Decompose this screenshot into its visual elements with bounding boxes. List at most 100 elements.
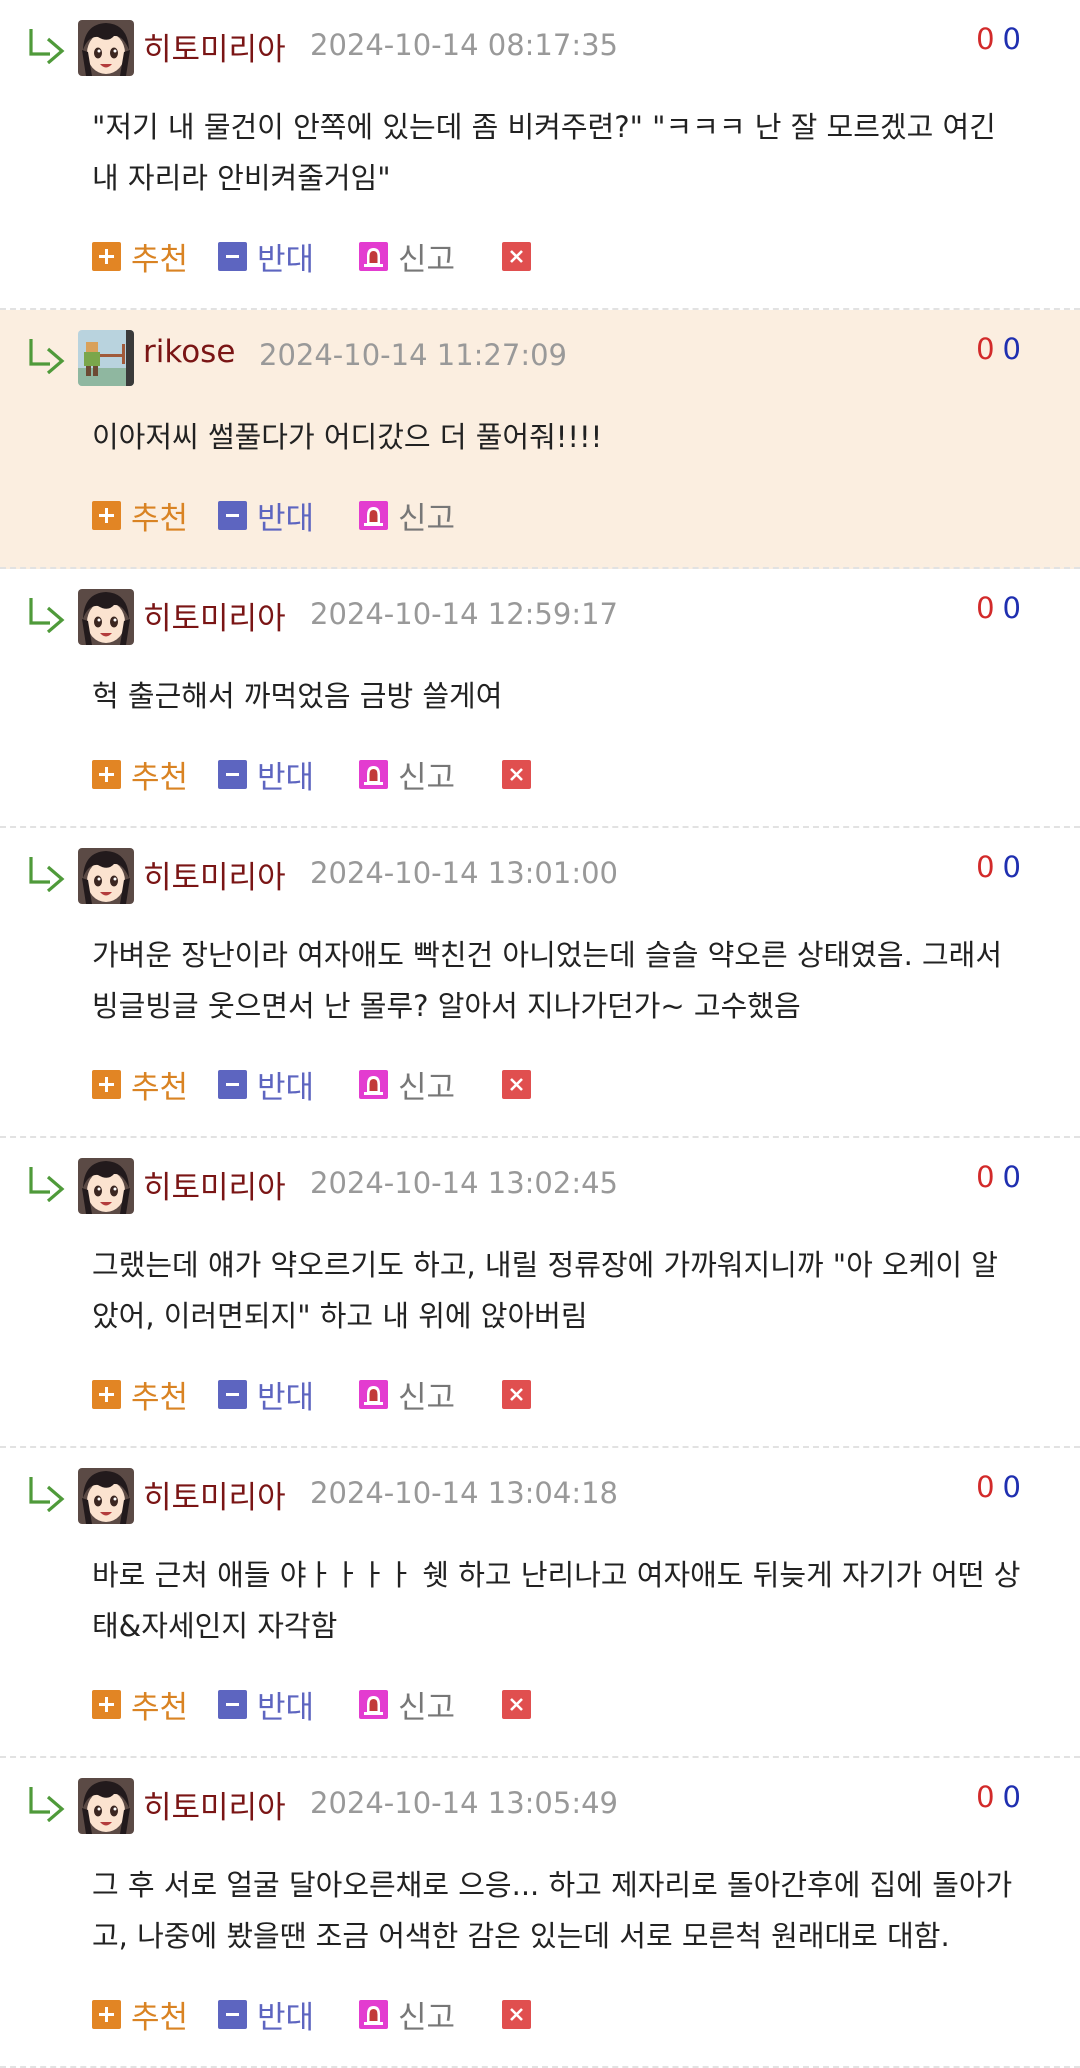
report-label: 신고 [398, 760, 456, 796]
plus-icon [92, 2000, 121, 2029]
comment-actions: 추천 반대 신고 [0, 212, 1050, 308]
author-name[interactable]: 히토미리아 [143, 1162, 286, 1207]
minus-icon [218, 1380, 247, 1409]
report-label: 신고 [398, 1380, 456, 1416]
vote-counts: 00 [976, 1780, 1021, 1814]
comment-item: 히토미리아 2024-10-14 13:01:00 00 가벼운 장난이라 여자… [0, 828, 1080, 1138]
comment-text: 그 후 서로 얼굴 달아오른채로 으응... 하고 제자리로 돌아간후에 집에 … [92, 1868, 1013, 1953]
downvote-count: 0 [1002, 332, 1021, 366]
comment-date: 2024-10-14 13:04:18 [310, 1476, 618, 1510]
upvote-count: 0 [976, 1780, 995, 1814]
oppose-label: 반대 [257, 2000, 315, 2036]
close-icon [502, 1070, 531, 1099]
recommend-label: 추천 [131, 1380, 189, 1416]
oppose-label: 반대 [257, 760, 315, 796]
vote-counts: 00 [976, 1470, 1021, 1504]
comment-item: 히토미리아 2024-10-14 12:59:17 00 헉 출근해서 까먹었음… [0, 569, 1080, 828]
comment-actions: 추천 반대 신고 [0, 471, 1050, 567]
author-name[interactable]: 히토미리아 [143, 24, 286, 69]
plus-icon [92, 760, 121, 789]
siren-icon [359, 760, 388, 789]
comment-item: 히토미리아 2024-10-14 08:17:35 00 "저기 내 물건이 안… [0, 0, 1080, 310]
report-label: 신고 [398, 501, 456, 537]
author-name[interactable]: rikose [143, 334, 235, 370]
oppose-label: 반대 [257, 501, 315, 537]
vote-counts: 00 [976, 850, 1021, 884]
comment-actions: 추천 반대 신고 [0, 1970, 1050, 2066]
minus-icon [218, 2000, 247, 2029]
upvote-count: 0 [976, 332, 995, 366]
siren-icon [359, 242, 388, 271]
report-label: 신고 [398, 242, 456, 278]
delete-button[interactable] [502, 1682, 534, 1722]
comment-date: 2024-10-14 12:59:17 [310, 597, 618, 631]
comment-item: rikose 2024-10-14 11:27:09 00 이아저씨 썰풀다가 … [0, 310, 1080, 569]
close-icon [502, 1690, 531, 1719]
vote-counts: 00 [976, 22, 1021, 56]
comment-date: 2024-10-14 11:27:09 [259, 338, 567, 372]
comment-date: 2024-10-14 13:02:45 [310, 1166, 618, 1200]
downvote-count: 0 [1002, 591, 1021, 625]
downvote-count: 0 [1002, 850, 1021, 884]
comment-item: 히토미리아 2024-10-14 13:04:18 00 바로 근처 애들 야ㅏ… [0, 1448, 1080, 1758]
comment-actions: 추천 반대 신고 [0, 730, 1050, 826]
comment-date: 2024-10-14 13:01:00 [310, 856, 618, 890]
upvote-count: 0 [976, 591, 995, 625]
minus-icon [218, 760, 247, 789]
vote-counts: 00 [976, 1160, 1021, 1194]
delete-button[interactable] [502, 1372, 534, 1412]
comment-item: 히토미리아 2024-10-14 13:05:49 00 그 후 서로 얼굴 달… [0, 1758, 1080, 2068]
minus-icon [218, 1690, 247, 1719]
plus-icon [92, 501, 121, 530]
downvote-count: 0 [1002, 22, 1021, 56]
author-name[interactable]: 히토미리아 [143, 1472, 286, 1517]
oppose-label: 반대 [257, 242, 315, 278]
minus-icon [218, 242, 247, 271]
comment-list: 히토미리아 2024-10-14 08:17:35 00 "저기 내 물건이 안… [0, 0, 1080, 2068]
comment-date: 2024-10-14 08:17:35 [310, 28, 618, 62]
comment-actions: 추천 반대 신고 [0, 1040, 1050, 1136]
comment-text: "저기 내 물건이 안쪽에 있는데 좀 비켜주련?" "ㅋㅋㅋ 난 잘 모르겠고… [92, 110, 996, 195]
author-name[interactable]: 히토미리아 [143, 1782, 286, 1827]
plus-icon [92, 1690, 121, 1719]
minus-icon [218, 1070, 247, 1099]
siren-icon [359, 1070, 388, 1099]
comment-date: 2024-10-14 13:05:49 [310, 1786, 618, 1820]
close-icon [502, 242, 531, 271]
recommend-label: 추천 [131, 242, 189, 278]
recommend-label: 추천 [131, 2000, 189, 2036]
comment-text: 바로 근처 애들 야ㅏㅏㅏㅏ 쉣 하고 난리나고 여자애도 뒤늦게 자기가 어떤… [92, 1558, 1021, 1643]
close-icon [502, 1380, 531, 1409]
close-icon [502, 2000, 531, 2029]
delete-button[interactable] [502, 1062, 534, 1102]
comment-actions: 추천 반대 신고 [0, 1660, 1050, 1756]
recommend-label: 추천 [131, 760, 189, 796]
oppose-label: 반대 [257, 1070, 315, 1106]
siren-icon [359, 1380, 388, 1409]
plus-icon [92, 1380, 121, 1409]
comment-item: 히토미리아 2024-10-14 13:02:45 00 그랬는데 얘가 약오르… [0, 1138, 1080, 1448]
oppose-label: 반대 [257, 1380, 315, 1416]
oppose-label: 반대 [257, 1690, 315, 1726]
author-name[interactable]: 히토미리아 [143, 852, 286, 897]
recommend-label: 추천 [131, 1070, 189, 1106]
downvote-count: 0 [1002, 1780, 1021, 1814]
delete-button[interactable] [502, 752, 534, 792]
siren-icon [359, 1690, 388, 1719]
report-label: 신고 [398, 1070, 456, 1106]
plus-icon [92, 1070, 121, 1099]
delete-button[interactable] [502, 1992, 534, 2032]
comment-text: 가벼운 장난이라 여자애도 빡친건 아니었는데 슬슬 약오른 상태였음. 그래서… [92, 938, 1003, 1023]
siren-icon [359, 501, 388, 530]
downvote-count: 0 [1002, 1470, 1021, 1504]
delete-button[interactable] [502, 234, 534, 274]
downvote-count: 0 [1002, 1160, 1021, 1194]
plus-icon [92, 242, 121, 271]
upvote-count: 0 [976, 850, 995, 884]
upvote-count: 0 [976, 1160, 995, 1194]
minus-icon [218, 501, 247, 530]
vote-counts: 00 [976, 591, 1021, 625]
recommend-label: 추천 [131, 1690, 189, 1726]
siren-icon [359, 2000, 388, 2029]
author-name[interactable]: 히토미리아 [143, 593, 286, 638]
